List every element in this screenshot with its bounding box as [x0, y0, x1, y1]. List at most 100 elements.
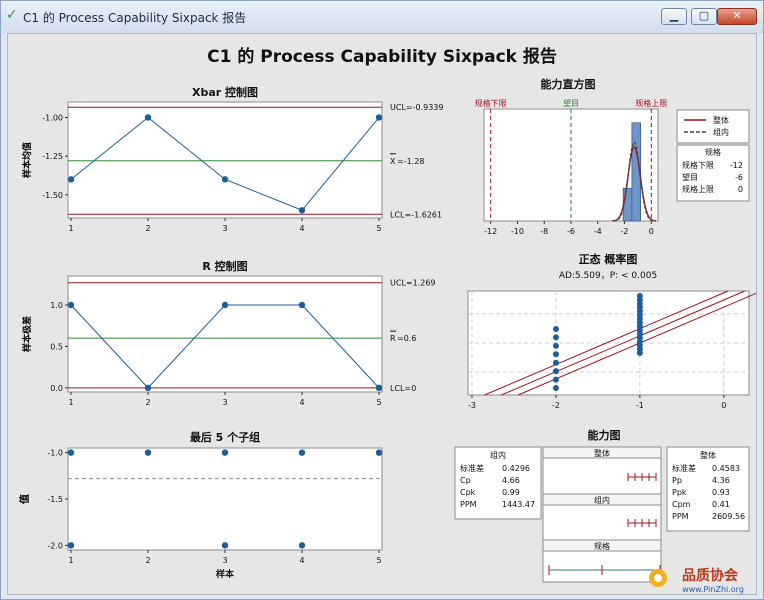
- range-plot-area: [67, 275, 383, 393]
- prob-title: 正态 概率图: [579, 252, 638, 266]
- last5-xtick-label: 3: [222, 556, 227, 565]
- capability-panel-label: 整体: [594, 448, 610, 458]
- prob-point: [552, 368, 559, 375]
- report-canvas: C1 的 Process Capability Sixpack 报告 Xbar 控…: [7, 33, 757, 595]
- range-point: [144, 384, 152, 392]
- range-lcl-label: LCL=0: [390, 384, 416, 393]
- within-stat-value: 1443.47: [502, 500, 535, 509]
- report-title: C1 的 Process Capability Sixpack 报告: [207, 46, 557, 67]
- last5-plot-area: [67, 447, 383, 551]
- range-xtick-label: 4: [299, 398, 304, 407]
- overall-stat-value: 0.4583: [712, 464, 740, 473]
- within-stats-title: 组内: [490, 450, 506, 460]
- legend-spec-name: 规格上限: [682, 184, 714, 194]
- title-bar[interactable]: ✓ C1 的 Process Capability Sixpack 报告 ▁ ▢…: [1, 1, 763, 33]
- capability-title: 能力图: [588, 428, 621, 442]
- capability-panel-label: 组内: [594, 495, 610, 505]
- xbar-ylabel: 样本均值: [21, 142, 33, 178]
- within-stat-name: Cp: [460, 476, 471, 485]
- close-button[interactable]: ✕: [717, 8, 757, 25]
- xbar-xtick-label: 3: [222, 224, 227, 233]
- prob-point: [636, 350, 643, 356]
- xbar-xtick-label: 2: [145, 224, 150, 233]
- prob-point: [552, 351, 559, 358]
- legend-spec-value: -6: [735, 173, 743, 182]
- prob-xtick-label: -3: [468, 401, 476, 410]
- within-stat-value: 0.99: [502, 488, 520, 497]
- xbar-lcl-label: LCL=-1.6261: [390, 210, 442, 219]
- hist-xtick-label: -10: [511, 227, 524, 236]
- minimize-button[interactable]: ▁: [661, 8, 687, 25]
- legend-series-label: 整体: [713, 115, 729, 125]
- last5-point: [221, 449, 229, 456]
- capability-panel-label: 规格: [594, 541, 610, 551]
- legend-series-box: [676, 109, 750, 144]
- range-point: [221, 301, 229, 309]
- report-window: ✓ C1 的 Process Capability Sixpack 报告 ▁ ▢…: [0, 0, 764, 600]
- xbar-center-symbol: X: [390, 157, 396, 166]
- prob-xtick-label: 0: [721, 401, 726, 410]
- xbar-xtick-label: 1: [68, 224, 73, 233]
- hist-legend: 整体组内规格规格下限 -12 望目 -6 规格上限 0: [676, 109, 750, 202]
- prob-point: [552, 376, 559, 383]
- range-point: [375, 384, 383, 392]
- xbar-xtick-label: 5: [376, 224, 381, 233]
- legend-spec-name: 望目: [682, 172, 698, 182]
- maximize-button[interactable]: ▢: [691, 8, 717, 25]
- last5-xlabel: 样本: [216, 568, 235, 580]
- prob-point: [552, 342, 559, 349]
- last5-ytick-label: -2.0: [47, 541, 63, 550]
- xbar-ucl-label: UCL=-0.9339: [390, 103, 443, 112]
- legend-spec-name: 规格下限: [682, 160, 714, 170]
- range-ylabel: 样本极差: [21, 316, 33, 352]
- legend-spec-title: 规格: [705, 147, 721, 157]
- overall-stat-value: 0.93: [712, 488, 730, 497]
- watermark-url: www.PinZhi.org: [682, 585, 744, 594]
- within-stat-value: 4.66: [502, 476, 520, 485]
- xbar-point: [375, 114, 383, 121]
- legend-series-label: 组内: [713, 127, 729, 137]
- within-stat-name: 标准差: [460, 463, 484, 473]
- last5-ytick-label: -1.5: [47, 495, 63, 504]
- last5-ylabel: 值: [18, 494, 31, 504]
- overall-stat-name: PPM: [672, 512, 689, 521]
- range-ytick-label: 0.5: [50, 342, 63, 351]
- xbar-point: [67, 176, 75, 183]
- overall-stat-name: 标准差: [672, 463, 696, 473]
- overall-stats-title: 整体: [700, 450, 716, 460]
- hist-usl-label: 规格上限: [635, 98, 667, 108]
- window-title: C1 的 Process Capability Sixpack 报告: [23, 11, 247, 25]
- prob-point: [552, 326, 559, 332]
- last5-xtick-label: 5: [376, 556, 381, 565]
- last5-point: [298, 542, 306, 549]
- check-icon: ✓: [6, 7, 18, 23]
- range-xtick-label: 3: [222, 398, 227, 407]
- last5-point: [144, 449, 152, 456]
- chart-capability: 能力图组内标准差 0.4296Cp 4.66Cpk 0.99PPM 1443.47整体标…: [454, 428, 750, 583]
- overall-stat-name: Pp: [672, 476, 682, 485]
- range-center-symbol: R: [390, 334, 396, 343]
- last5-xtick-label: 4: [299, 556, 304, 565]
- hist-xtick-label: -8: [540, 227, 548, 236]
- prob-point: [552, 359, 559, 366]
- range-point: [298, 301, 306, 309]
- range-ytick-label: 0.0: [50, 384, 63, 393]
- chart-last5: 最后 5 个子组 -1.0 -1.5 -2.0 1 2 3 4 5 值样本: [18, 430, 383, 580]
- hist-title: 能力直方图: [541, 77, 596, 91]
- overall-stat-value: 4.36: [712, 476, 730, 485]
- within-stat-value: 0.4296: [502, 464, 530, 473]
- hist-xtick-label: 0: [649, 227, 654, 236]
- within-stat-name: PPM: [460, 500, 477, 509]
- last5-title: 最后 5 个子组: [190, 430, 260, 444]
- range-xtick-label: 5: [376, 398, 381, 407]
- xbar-point: [221, 176, 229, 183]
- legend-spec-value: -12: [730, 161, 743, 170]
- chart-range: R 控制图 1.0 0.5 0.0 1 2 3 4 5 样本极差 UCL=1.269 R =0.6 LCL…: [21, 259, 436, 407]
- xbar-center-label: =-1.28: [397, 157, 424, 166]
- range-center-label: =0.6: [397, 334, 416, 343]
- hist-xtick-label: -2: [621, 227, 629, 236]
- hist-xtick-label: -12: [484, 227, 497, 236]
- xbar-point: [298, 207, 306, 214]
- prob-xtick-label: -1: [636, 401, 644, 410]
- hist-lsl-label: 规格下限: [475, 98, 507, 108]
